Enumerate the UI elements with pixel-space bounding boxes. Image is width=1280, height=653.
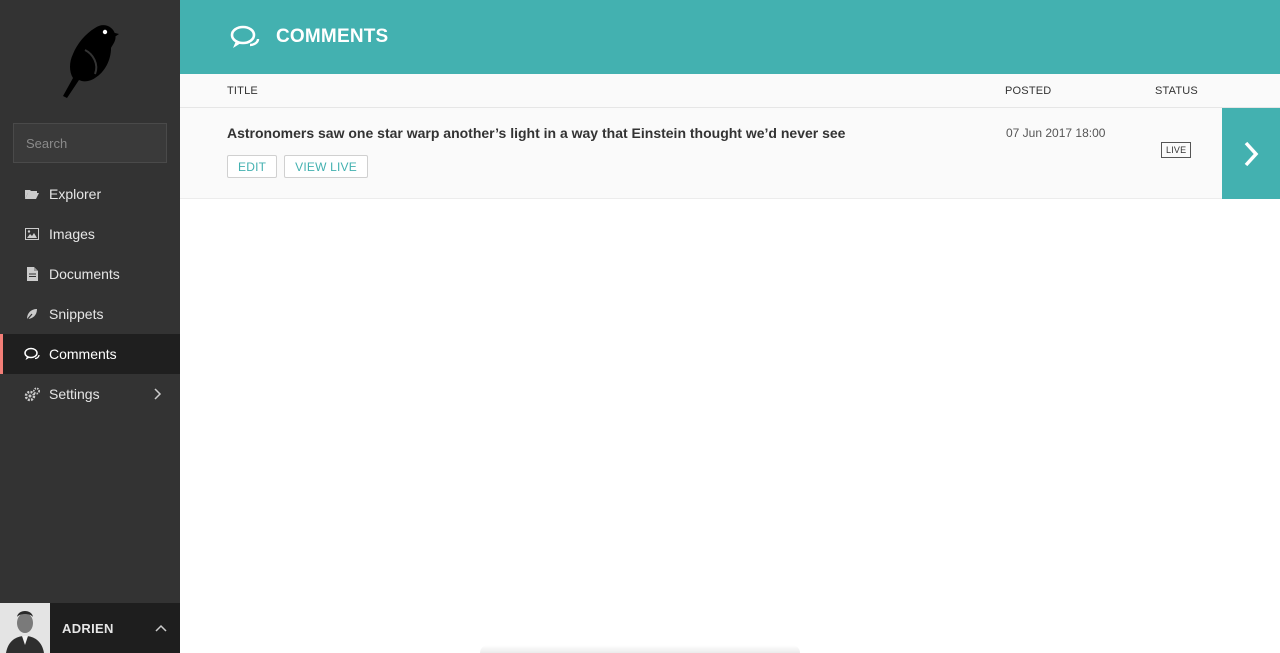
main-nav: Explorer Images Documents Snippets Comme… <box>0 174 180 414</box>
nav-item-label: Documents <box>49 266 120 282</box>
row-actions: EDIT VIEW LIVE <box>227 155 368 178</box>
nav-item-comments[interactable]: Comments <box>0 334 180 374</box>
nav-item-snippets[interactable]: Snippets <box>0 294 180 334</box>
comments-icon <box>230 25 260 48</box>
row-title[interactable]: Astronomers saw one star warp another’s … <box>227 125 845 141</box>
bottom-edge-shadow <box>480 645 800 653</box>
account-name: ADRIEN <box>62 620 114 636</box>
nav-item-documents[interactable]: Documents <box>0 254 180 294</box>
document-icon <box>24 266 40 282</box>
comments-icon <box>24 346 40 362</box>
column-header-status[interactable]: STATUS <box>1155 85 1198 97</box>
search-input[interactable] <box>14 124 202 162</box>
account-menu[interactable]: ADRIEN <box>0 603 180 653</box>
sidebar: Explorer Images Documents Snippets Comme… <box>0 0 214 653</box>
nav-item-label: Snippets <box>49 306 104 322</box>
chevron-right-icon <box>154 388 162 400</box>
comments-table: TITLE POSTED STATUS Astronomers saw one … <box>180 74 1280 199</box>
chevron-up-icon[interactable] <box>154 621 168 635</box>
table-header: TITLE POSTED STATUS <box>180 74 1280 108</box>
column-header-title[interactable]: TITLE <box>227 85 258 97</box>
table-row: Astronomers saw one star warp another’s … <box>180 108 1280 199</box>
search-box <box>13 123 214 163</box>
nav-item-explorer[interactable]: Explorer <box>0 174 180 214</box>
nav-item-settings[interactable]: Settings <box>0 374 180 414</box>
chevron-right-icon <box>1244 141 1259 166</box>
view-live-button[interactable]: VIEW LIVE <box>284 155 368 178</box>
cogs-icon <box>24 386 40 402</box>
status-badge: LIVE <box>1161 142 1192 158</box>
nav-item-label: Comments <box>49 346 117 362</box>
nav-item-images[interactable]: Images <box>0 214 180 254</box>
row-open-button[interactable] <box>1222 108 1280 199</box>
edit-button[interactable]: EDIT <box>227 155 278 178</box>
bird-logo-icon[interactable] <box>55 20 125 100</box>
folder-open-icon <box>24 186 40 202</box>
posted-date: 07 Jun 2017 18:00 <box>1006 126 1106 140</box>
nav-item-label: Settings <box>49 386 100 402</box>
column-header-posted[interactable]: POSTED <box>1005 85 1051 97</box>
page-title: COMMENTS <box>276 26 389 47</box>
nav-item-label: Images <box>49 226 95 242</box>
page-header: COMMENTS <box>180 0 1280 74</box>
image-icon <box>24 226 40 242</box>
nav-item-label: Explorer <box>49 186 102 202</box>
avatar <box>0 603 50 653</box>
snippets-icon <box>24 306 40 322</box>
